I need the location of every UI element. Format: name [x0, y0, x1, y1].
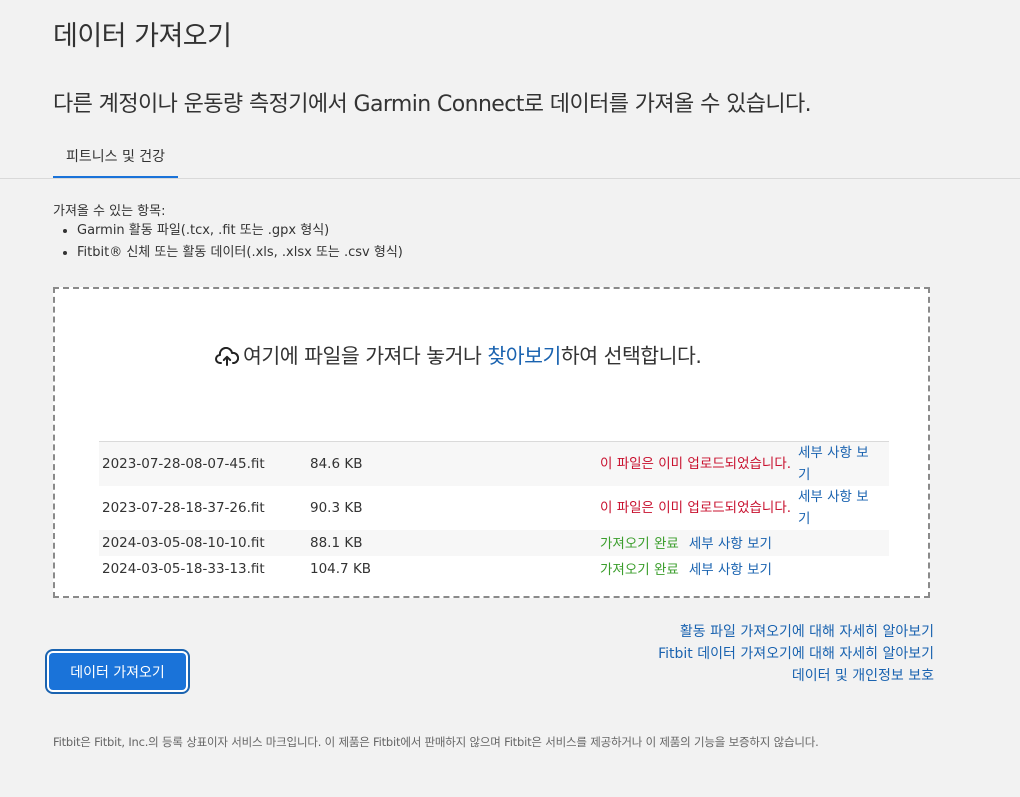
import-data-button[interactable]: 데이터 가져오기 [49, 653, 186, 690]
page-title: 데이터 가져오기 [53, 21, 232, 52]
data-privacy-link[interactable]: 데이터 및 개인정보 보호 [658, 665, 934, 687]
table-row: 2024-03-05-18-33-13.fit 104.7 KB 가져오기 완료… [99, 556, 889, 582]
list-item: Garmin 활동 파일(.tcx, .fit 또는 .gpx 형식) [77, 220, 403, 242]
file-size: 84.6 KB [310, 456, 363, 472]
file-status: 이 파일은 이미 업로드되었습니다. [600, 500, 792, 516]
file-name: 2023-07-28-08-07-45.fit [102, 456, 265, 472]
file-name: 2024-03-05-18-33-13.fit [102, 561, 265, 577]
upload-file-table: 2023-07-28-08-07-45.fit 84.6 KB 이 파일은 이미… [99, 441, 889, 582]
file-name: 2023-07-28-18-37-26.fit [102, 500, 265, 516]
file-status: 가져오기 완료 [600, 561, 679, 578]
footer-disclaimer: Fitbit은 Fitbit, Inc.의 등록 상표이자 서비스 마크입니다.… [53, 735, 819, 749]
help-links: 활동 파일 가져오기에 대해 자세히 알아보기 Fitbit 데이터 가져오기에… [658, 621, 934, 687]
file-size: 90.3 KB [310, 500, 363, 516]
dropzone-text-before: 여기에 파일을 가져다 놓거나 [243, 344, 488, 368]
tab-fitness-health[interactable]: 피트니스 및 건강 [53, 140, 178, 178]
dropzone-message: 여기에 파일을 가져다 놓거나 찾아보기하여 선택합니다. [215, 339, 702, 369]
file-dropzone[interactable]: 여기에 파일을 가져다 놓거나 찾아보기하여 선택합니다. 2023-07-28… [53, 287, 930, 598]
file-status-cell: 가져오기 완료 세부 사항 보기 [597, 530, 889, 556]
file-status-cell: 가져오기 완료 세부 사항 보기 [597, 556, 889, 582]
table-row: 2023-07-28-18-37-26.fit 90.3 KB 이 파일은 이미… [99, 486, 889, 530]
details-link[interactable]: 세부 사항 보기 [798, 442, 880, 486]
file-size: 104.7 KB [310, 561, 372, 577]
learn-activity-import-link[interactable]: 활동 파일 가져오기에 대해 자세히 알아보기 [658, 621, 934, 643]
tab-bar: 피트니스 및 건강 [0, 140, 1020, 179]
details-link[interactable]: 세부 사항 보기 [689, 562, 772, 578]
browse-link[interactable]: 찾아보기 [487, 344, 561, 368]
importable-list: Garmin 활동 파일(.tcx, .fit 또는 .gpx 형식) Fitb… [53, 220, 403, 264]
file-name: 2024-03-05-08-10-10.fit [102, 535, 265, 551]
file-size: 88.1 KB [310, 535, 363, 551]
importable-heading: 가져올 수 있는 항목: [53, 204, 166, 219]
table-row: 2023-07-28-08-07-45.fit 84.6 KB 이 파일은 이미… [99, 441, 889, 486]
details-link[interactable]: 세부 사항 보기 [689, 536, 772, 552]
cloud-upload-icon [215, 346, 240, 367]
list-item: Fitbit® 신체 또는 활동 데이터(.xls, .xlsx 또는 .csv… [77, 242, 403, 264]
file-status: 이 파일은 이미 업로드되었습니다. [600, 456, 792, 472]
table-row: 2024-03-05-08-10-10.fit 88.1 KB 가져오기 완료 세… [99, 530, 889, 556]
details-link[interactable]: 세부 사항 보기 [798, 486, 880, 530]
learn-fitbit-import-link[interactable]: Fitbit 데이터 가져오기에 대해 자세히 알아보기 [658, 643, 934, 665]
intro-text: 다른 계정이나 운동량 측정기에서 Garmin Connect로 데이터를 가… [53, 92, 812, 117]
dropzone-text-after: 하여 선택합니다. [560, 344, 702, 368]
file-status: 가져오기 완료 [600, 535, 679, 552]
